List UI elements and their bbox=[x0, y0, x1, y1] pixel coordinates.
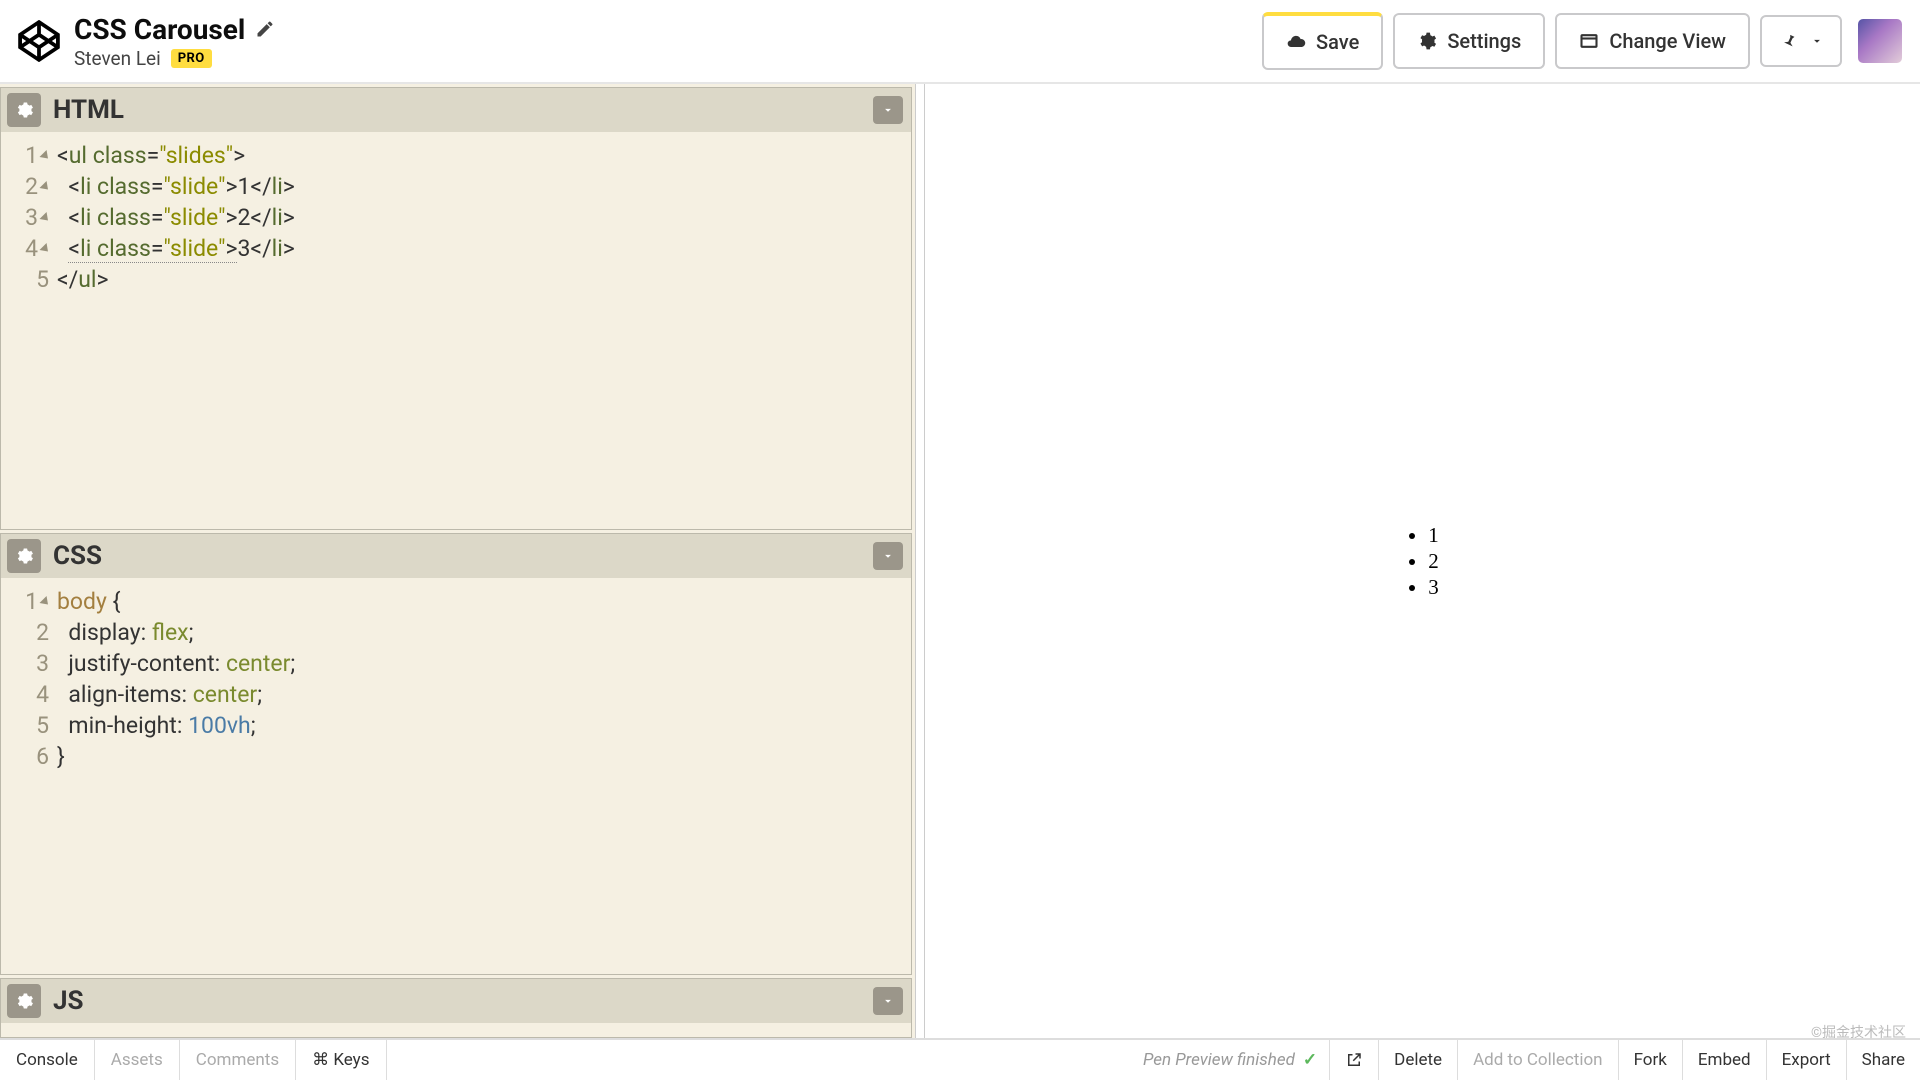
gutter-line: 5 bbox=[1, 264, 53, 295]
panel-js-settings-button[interactable] bbox=[7, 984, 41, 1018]
footer-console-button[interactable]: Console bbox=[0, 1040, 95, 1080]
footer-fork-button[interactable]: Fork bbox=[1618, 1040, 1682, 1080]
preview-item: 3 bbox=[1428, 574, 1439, 600]
editor-column: HTML 12345 <ul class="slides"> <li class… bbox=[0, 84, 915, 1038]
change-view-label: Change View bbox=[1609, 29, 1726, 53]
layout-icon bbox=[1579, 31, 1599, 51]
workspace: HTML 12345 <ul class="slides"> <li class… bbox=[0, 84, 1920, 1038]
save-label: Save bbox=[1316, 30, 1359, 54]
user-avatar[interactable] bbox=[1858, 19, 1902, 63]
panel-css-header: CSS bbox=[1, 534, 911, 578]
codepen-logo-icon[interactable] bbox=[18, 20, 60, 62]
author-name[interactable]: Steven Lei bbox=[74, 47, 161, 70]
footer-assets-button[interactable]: Assets bbox=[95, 1040, 180, 1080]
footer: ConsoleAssetsComments⌘ Keys Pen Preview … bbox=[0, 1038, 1920, 1080]
footer-export-button[interactable]: Export bbox=[1766, 1040, 1846, 1080]
css-editor[interactable]: 123456 body { display: flex; justify-con… bbox=[1, 578, 911, 974]
cloud-icon bbox=[1286, 32, 1306, 52]
check-icon: ✓ bbox=[1303, 1050, 1317, 1070]
chevron-down-icon bbox=[1810, 34, 1824, 48]
fold-arrow-icon[interactable] bbox=[39, 242, 51, 254]
gutter-line: 5 bbox=[1, 710, 53, 741]
save-button[interactable]: Save bbox=[1262, 12, 1383, 70]
gutter-line: 3 bbox=[1, 202, 53, 233]
gutter-line: 3 bbox=[1, 648, 53, 679]
watermark: ©掘金技术社区 bbox=[1811, 1022, 1906, 1042]
panel-js-header: JS bbox=[1, 979, 911, 1023]
footer-comments-button[interactable]: Comments bbox=[180, 1040, 296, 1080]
gutter-line: 4 bbox=[1, 233, 53, 264]
open-external-icon bbox=[1345, 1051, 1363, 1069]
panel-css-settings-button[interactable] bbox=[7, 539, 41, 573]
settings-label: Settings bbox=[1447, 29, 1521, 53]
preview-list: 123 bbox=[1406, 522, 1439, 600]
panel-js-collapse-button[interactable] bbox=[873, 987, 903, 1015]
gear-icon bbox=[1417, 31, 1437, 51]
gutter-line: 4 bbox=[1, 679, 53, 710]
vertical-splitter[interactable] bbox=[915, 84, 925, 1038]
fold-arrow-icon[interactable] bbox=[39, 180, 51, 192]
gutter-line: 6 bbox=[1, 741, 53, 772]
edit-title-icon[interactable] bbox=[255, 19, 275, 39]
css-gutter: 123456 bbox=[1, 578, 53, 974]
gutter-line: 2 bbox=[1, 171, 53, 202]
html-editor[interactable]: 12345 <ul class="slides"> <li class="sli… bbox=[1, 132, 911, 529]
panel-css-title: CSS bbox=[53, 541, 873, 571]
html-code[interactable]: <ul class="slides"> <li class="slide">1<… bbox=[53, 132, 911, 529]
preview-status: Pen Preview finished ✓ bbox=[1131, 1050, 1329, 1070]
fold-arrow-icon[interactable] bbox=[39, 149, 51, 161]
fold-arrow-icon[interactable] bbox=[39, 211, 51, 223]
preview-item: 1 bbox=[1428, 522, 1439, 548]
footer-share-button[interactable]: Share bbox=[1846, 1040, 1920, 1080]
css-code[interactable]: body { display: flex; justify-content: c… bbox=[53, 578, 911, 974]
status-text: Pen Preview finished bbox=[1143, 1050, 1295, 1070]
gutter-line: 1 bbox=[1, 586, 53, 617]
settings-button[interactable]: Settings bbox=[1393, 13, 1545, 69]
gutter-line: 1 bbox=[1, 140, 53, 171]
footer-embed-button[interactable]: Embed bbox=[1682, 1040, 1766, 1080]
panel-js-title: JS bbox=[53, 986, 873, 1016]
pin-dropdown-button[interactable] bbox=[1760, 15, 1842, 67]
panel-html: HTML 12345 <ul class="slides"> <li class… bbox=[0, 87, 912, 530]
preview-item: 2 bbox=[1428, 548, 1439, 574]
fold-arrow-icon[interactable] bbox=[39, 595, 51, 607]
panel-html-settings-button[interactable] bbox=[7, 93, 41, 127]
pen-title[interactable]: CSS Carousel bbox=[74, 13, 245, 46]
title-block: CSS Carousel Steven Lei PRO bbox=[74, 13, 1262, 70]
header: CSS Carousel Steven Lei PRO Save Setting… bbox=[0, 0, 1920, 84]
panel-css: CSS 123456 body { display: flex; justify… bbox=[0, 533, 912, 975]
header-actions: Save Settings Change View bbox=[1262, 12, 1902, 70]
footer-add-to-collection-button[interactable]: Add to Collection bbox=[1457, 1040, 1618, 1080]
change-view-button[interactable]: Change View bbox=[1555, 13, 1750, 69]
html-gutter: 12345 bbox=[1, 132, 53, 529]
gutter-line: 2 bbox=[1, 617, 53, 648]
panel-html-header: HTML bbox=[1, 88, 911, 132]
pro-badge: PRO bbox=[171, 49, 212, 68]
panel-html-collapse-button[interactable] bbox=[873, 96, 903, 124]
open-external-button[interactable] bbox=[1329, 1040, 1378, 1080]
panel-css-collapse-button[interactable] bbox=[873, 542, 903, 570]
pin-icon bbox=[1778, 31, 1798, 51]
footer-delete-button[interactable]: Delete bbox=[1378, 1040, 1457, 1080]
panel-html-title: HTML bbox=[53, 95, 873, 125]
panel-js: JS bbox=[0, 978, 912, 1038]
preview-pane[interactable]: 123 bbox=[925, 84, 1920, 1038]
footer-keys-button[interactable]: ⌘ Keys bbox=[296, 1040, 386, 1080]
